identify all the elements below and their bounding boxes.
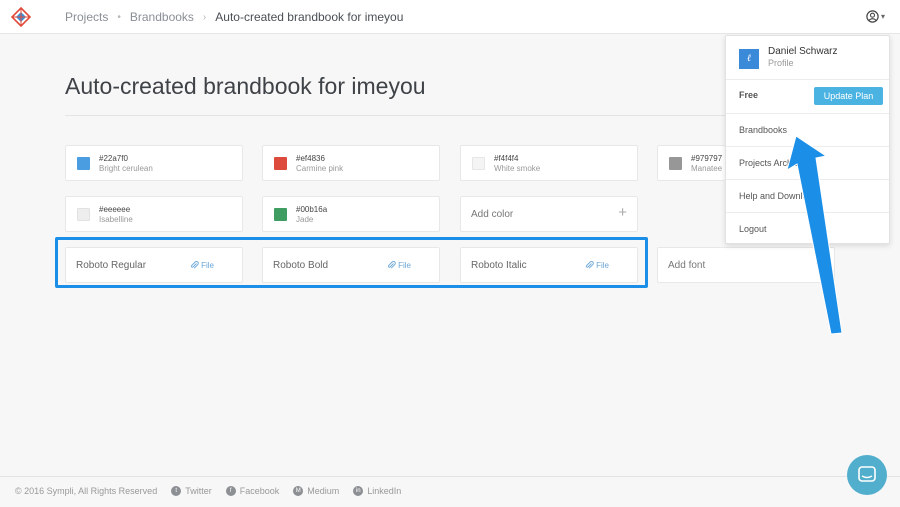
color-name: Carmine pink — [296, 164, 344, 173]
menu-item-brandbooks[interactable]: Brandbooks — [726, 114, 889, 147]
top-bar: Projects • Brandbooks › Auto-created bra… — [0, 0, 900, 34]
social-label: Twitter — [185, 486, 212, 496]
color-hex: #22a7f0 — [99, 154, 128, 163]
breadcrumb: Projects • Brandbooks › Auto-created bra… — [65, 10, 403, 24]
breadcrumb-projects[interactable]: Projects — [65, 10, 108, 24]
medium-icon: M — [293, 486, 304, 496]
color-name: Manatee — [691, 164, 723, 173]
breadcrumb-separator: • — [117, 11, 121, 23]
color-card[interactable]: #eeeeee Isabelline — [65, 196, 243, 232]
profile-row[interactable]: ℓ Daniel Schwarz Profile — [726, 36, 889, 80]
breadcrumb-brandbooks[interactable]: Brandbooks — [130, 10, 194, 24]
color-hex: #979797 — [691, 154, 723, 163]
sympli-logo-icon[interactable] — [11, 7, 31, 27]
color-swatch — [669, 157, 682, 170]
page-title: Auto-created brandbook for imeyou — [65, 73, 426, 99]
avatar: ℓ — [739, 49, 759, 69]
color-hex: #00b16a — [296, 205, 328, 214]
social-label: Medium — [307, 486, 340, 496]
user-dropdown-menu: ℓ Daniel Schwarz Profile Free Update Pla… — [725, 35, 890, 244]
color-card[interactable]: #22a7f0 Bright cerulean — [65, 145, 243, 181]
add-color-label: Add color — [471, 209, 514, 220]
fonts-highlight-box — [55, 237, 648, 288]
linkedin-icon: in — [353, 486, 364, 496]
medium-link[interactable]: M Medium — [293, 486, 339, 496]
footer-divider — [0, 476, 900, 477]
title-divider — [65, 115, 825, 116]
menu-item-logout[interactable]: Logout — [726, 213, 889, 244]
chevron-down-icon: ▾ — [881, 12, 886, 21]
add-font-button[interactable]: Add font + — [657, 247, 835, 283]
social-label: Facebook — [239, 486, 280, 496]
chat-icon — [858, 466, 876, 482]
color-card[interactable]: #979797 Manatee — [657, 145, 725, 181]
add-font-label: Add font — [668, 260, 706, 271]
color-hex: #f4f4f4 — [494, 154, 519, 163]
color-swatch — [77, 208, 90, 221]
color-card[interactable]: #ef4836 Carmine pink — [262, 145, 440, 181]
add-color-button[interactable]: Add color + — [460, 196, 638, 232]
facebook-icon: f — [225, 486, 236, 496]
color-name: Isabelline — [99, 215, 133, 224]
color-swatch — [77, 157, 90, 170]
breadcrumb-separator: › — [202, 11, 207, 23]
update-plan-button[interactable]: Update Plan — [814, 87, 883, 105]
plan-row: Free Update Plan — [726, 80, 889, 114]
menu-item-projects-archive[interactable]: Projects Archive — [726, 147, 889, 180]
color-name: Jade — [296, 215, 314, 224]
user-circle-icon — [866, 10, 879, 23]
color-swatch — [472, 157, 485, 170]
color-swatch — [274, 157, 287, 170]
facebook-link[interactable]: f Facebook — [225, 486, 280, 496]
footer: © 2016 Sympli, All Rights Reserved t Twi… — [15, 486, 401, 496]
profile-link[interactable]: Profile — [768, 58, 794, 68]
chat-button[interactable] — [847, 455, 887, 495]
color-card[interactable]: #00b16a Jade — [262, 196, 440, 232]
menu-item-label: Projects Archive — [739, 158, 804, 168]
menu-item-help-downloads[interactable]: Help and Downloads — [726, 180, 889, 213]
menu-item-label: Brandbooks — [739, 125, 788, 135]
menu-item-label: Help and Downloads — [739, 191, 823, 201]
breadcrumb-current: Auto-created brandbook for imeyou — [215, 10, 404, 24]
plus-icon: + — [618, 204, 627, 221]
color-card[interactable]: #f4f4f4 White smoke — [460, 145, 638, 181]
linkedin-link[interactable]: in LinkedIn — [353, 486, 401, 496]
plan-label: Free — [739, 90, 759, 100]
twitter-link[interactable]: t Twitter — [171, 486, 212, 496]
twitter-icon: t — [171, 486, 182, 496]
user-name: Daniel Schwarz — [768, 46, 838, 57]
color-name: White smoke — [494, 164, 541, 173]
color-hex: #eeeeee — [99, 205, 131, 214]
copyright: © 2016 Sympli, All Rights Reserved — [15, 486, 158, 496]
plus-icon: + — [815, 255, 824, 272]
user-menu-button[interactable]: ▾ — [866, 10, 885, 23]
social-label: LinkedIn — [367, 486, 402, 496]
color-hex: #ef4836 — [296, 154, 325, 163]
color-swatch — [274, 208, 287, 221]
color-name: Bright cerulean — [99, 164, 153, 173]
menu-item-label: Logout — [739, 224, 767, 234]
